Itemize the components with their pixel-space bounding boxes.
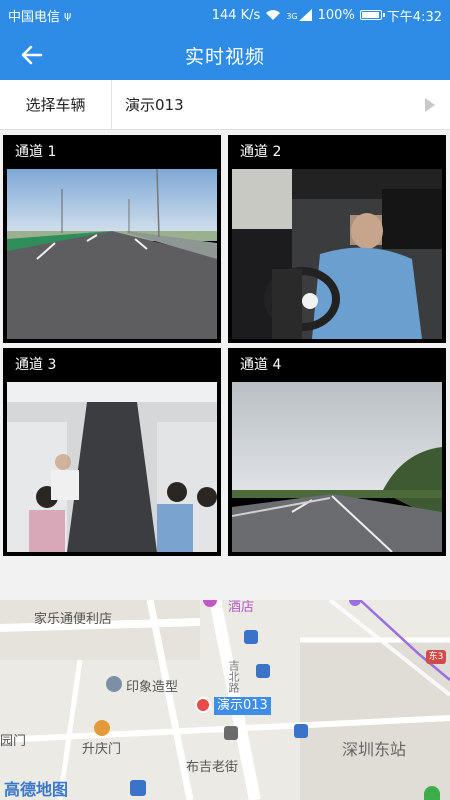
channel-label: 通道 4 [240,357,282,373]
video-feed [7,169,217,339]
video-feed [232,382,442,552]
poi-gate[interactable]: 升庆门 [82,738,121,757]
bus-stop-icon [130,780,146,796]
vehicle-selector[interactable]: 选择车辆 演示013 [0,80,450,130]
channel-label: 通道 3 [15,357,57,373]
traffic-light-icon [224,726,238,740]
signal-icon [298,9,312,21]
network-speed: 144 K/s [211,7,261,23]
location-icon [424,786,440,800]
back-arrow-icon [21,45,43,65]
video-channel-2[interactable]: 通道 2 [228,135,446,343]
page-title: 实时视频 [184,45,265,68]
channel-label: 通道 2 [240,144,282,160]
selected-vehicle[interactable]: 演示013 [112,94,410,115]
bus-stop-icon [256,664,270,678]
map-logo: 高德地图 [4,780,69,799]
road-label: 吉北路 [227,660,240,693]
video-feed [7,382,217,552]
bus-stop-icon [294,724,308,738]
status-bar: 中国电信 ψ 144 K/s 3G 100% 下午4:32 [0,0,450,30]
usb-icon: ψ [64,8,72,22]
map-view[interactable]: 家乐通便利店 酒店 印象造型 升庆门 园门 东3 布吉老街 深圳东站 吉北路 演… [0,600,450,800]
channel-label: 通道 1 [15,144,57,160]
network-type: 3G [286,11,298,21]
wifi-icon [266,10,281,20]
select-vehicle-button[interactable]: 选择车辆 [0,80,112,129]
gate-icon [94,720,110,736]
back-button[interactable] [10,35,54,75]
poi-salon[interactable]: 印象造型 [126,676,178,695]
battery-icon [359,10,385,20]
poi-station[interactable]: 深圳东站 [342,736,406,760]
video-channel-4[interactable]: 通道 4 [228,348,446,556]
station-marker[interactable]: 东3 [426,650,446,664]
subway-icon [244,630,258,644]
poi-store[interactable]: 家乐通便利店 [34,608,112,627]
poi-park[interactable]: 园门 [0,730,26,749]
vehicle-marker-icon[interactable] [195,697,211,713]
clock: 下午4:32 [386,9,442,25]
battery-percent: 100% [317,7,355,23]
video-grid: 通道 1 通道 2 通道 3 通道 4 [0,130,450,600]
video-channel-3[interactable]: 通道 3 [3,348,221,556]
vehicle-label[interactable]: 演示013 [214,697,271,715]
video-feed [232,169,442,339]
poi-hotel[interactable]: 酒店 [228,600,254,615]
video-channel-1[interactable]: 通道 1 [3,135,221,343]
app-header: 实时视频 [0,30,450,80]
salon-icon [106,676,122,692]
poi-street[interactable]: 布吉老街 [186,756,238,775]
expand-arrow-icon[interactable] [410,97,450,112]
carrier-text: 中国电信 [8,9,61,25]
